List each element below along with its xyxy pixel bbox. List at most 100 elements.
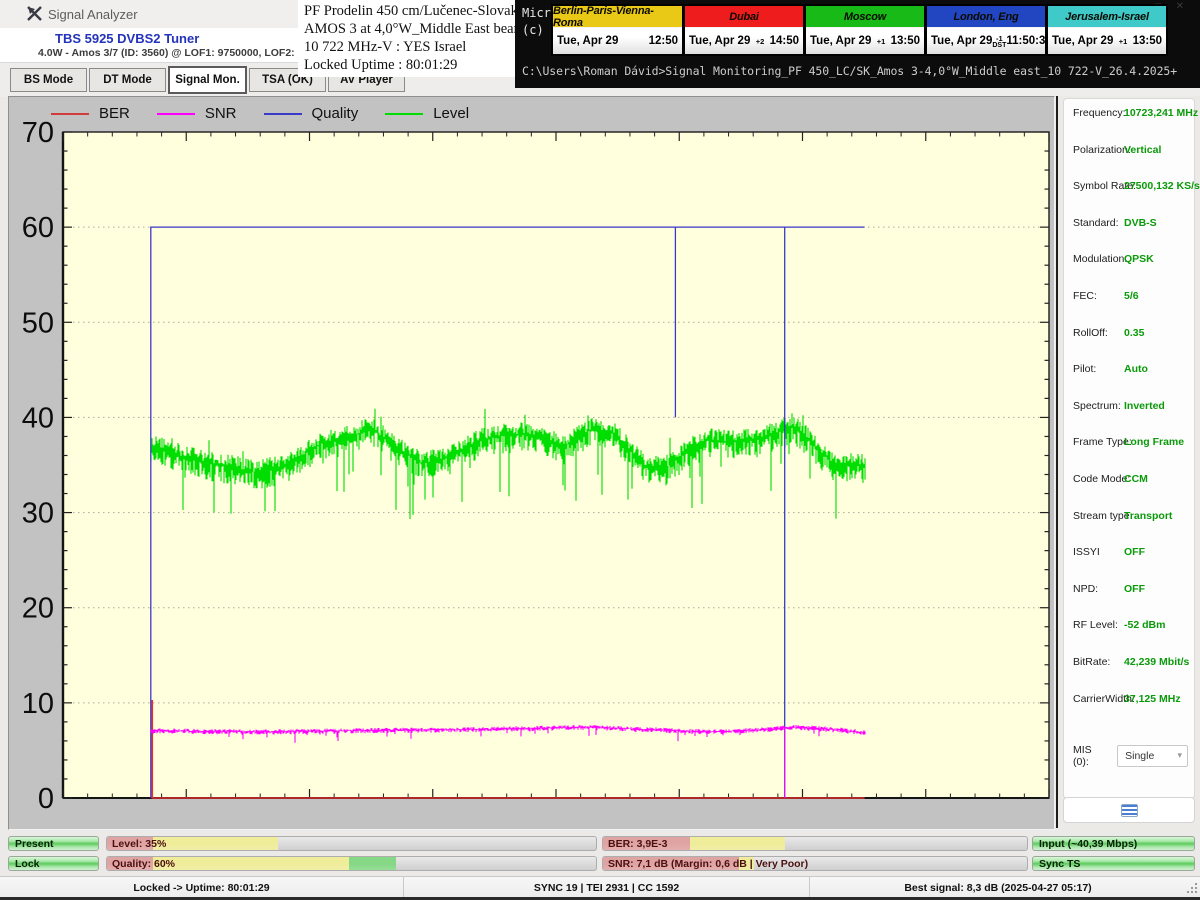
legend-label: Quality xyxy=(312,105,359,122)
clock-date: Tue, Apr 29 xyxy=(689,35,750,47)
param-value: Vertical xyxy=(1124,144,1161,156)
legend-swatch xyxy=(264,113,302,115)
present-indicator: Present xyxy=(8,836,99,851)
meter-segment xyxy=(153,857,349,870)
clock-utc-offset: +1 xyxy=(1119,38,1128,45)
clock-date: Tue, Apr 29 xyxy=(810,35,871,47)
svg-text:70: 70 xyxy=(22,117,54,149)
svg-text:40: 40 xyxy=(22,402,54,434)
param-label: Frequency: xyxy=(1073,107,1126,119)
clock-city-label: Jerusalem-Israel xyxy=(1048,6,1166,28)
list-icon xyxy=(1121,804,1138,817)
param-label: BitRate: xyxy=(1073,656,1110,668)
clock-time: 13:50 xyxy=(1133,35,1162,47)
clock-london: London, Eng Tue, Apr 29 -1DST 11:50:37 xyxy=(927,6,1045,54)
signal-monitor-chart: BERSNRQualityLevel 010203040506070 xyxy=(8,96,1055,830)
clock-dubai: Dubai Tue, Apr 29 +2 14:50 xyxy=(685,6,803,54)
site-note-overlay: PF Prodelin 450 cm/Lučenec-Slovakia AMOS… xyxy=(298,0,521,77)
svg-text:50: 50 xyxy=(22,307,54,339)
status-bar: Locked -> Uptime: 80:01:29 SYNC 19 | TEI… xyxy=(0,876,1200,898)
tab-dt-mode[interactable]: DT Mode xyxy=(89,68,166,92)
parameter-card: Frequency:10723,241 MHz Polarization:Ver… xyxy=(1063,98,1195,799)
note-line: AMOS 3 at 4,0°W_Middle East beam xyxy=(304,20,521,38)
quality-meter: Quality: 60% xyxy=(106,856,597,871)
legend-label: SNR xyxy=(205,105,237,122)
input-rate-indicator: Input (~40,39 Mbps) xyxy=(1032,836,1195,851)
legend-label: Level xyxy=(433,105,469,122)
status-best-signal: Best signal: 8,3 dB (2025-04-27 05:17) xyxy=(810,877,1186,898)
legend-swatch xyxy=(157,113,195,115)
param-value: OFF xyxy=(1124,583,1145,595)
svg-text:0: 0 xyxy=(38,783,54,815)
tab-bs-mode[interactable]: BS Mode xyxy=(10,68,87,92)
svg-text:10: 10 xyxy=(22,688,54,720)
param-label: FEC: xyxy=(1073,290,1097,302)
tuner-name: TBS 5925 DVBS2 Tuner xyxy=(55,31,199,46)
param-label: Polarization: xyxy=(1073,144,1131,156)
status-sync-counts: SYNC 19 | TEI 2931 | CC 1592 xyxy=(404,877,810,898)
snr-meter: SNR: 7,1 dB (Margin: 0,6 dB | Very Poor) xyxy=(602,856,1028,871)
legend-swatch xyxy=(385,113,423,115)
svg-text:60: 60 xyxy=(22,212,54,244)
chart-legend: BER SNR Quality Level xyxy=(51,105,469,122)
legend-item: Level xyxy=(385,105,469,122)
window-title: Signal Analyzer xyxy=(48,7,138,22)
param-value: Transport xyxy=(1124,510,1172,522)
param-value: QPSK xyxy=(1124,253,1154,265)
param-label: Standard: xyxy=(1073,217,1119,229)
param-label: Spectrum: xyxy=(1073,400,1121,412)
clock-berlin: Berlin-Paris-Vienna-Roma Tue, Apr 29 12:… xyxy=(553,6,682,54)
mis-select[interactable]: Single ▾ xyxy=(1117,745,1188,767)
app-icon xyxy=(26,5,43,22)
clock-date: Tue, Apr 29 xyxy=(1052,35,1113,47)
resize-grip[interactable] xyxy=(1185,881,1197,893)
clock-utc-offset: -1 xyxy=(996,35,1003,42)
meter-segment xyxy=(349,857,395,870)
param-value: OFF xyxy=(1124,546,1145,558)
clock-city-label: London, Eng xyxy=(927,6,1045,28)
level-meter: Level: 35% xyxy=(106,836,597,851)
param-label: RF Level: xyxy=(1073,619,1118,631)
param-label: Code Mode: xyxy=(1073,473,1130,485)
param-value: 37,125 MHz xyxy=(1124,693,1181,705)
note-line: PF Prodelin 450 cm/Lučenec-Slovakia xyxy=(304,2,521,20)
meter-segment xyxy=(153,837,278,850)
mis-label: MIS (0): xyxy=(1073,744,1109,768)
world-clocks-window: Berlin-Paris-Vienna-Roma Tue, Apr 29 12:… xyxy=(551,4,1168,56)
param-value: Long Frame xyxy=(1124,436,1184,448)
chart-plot: 010203040506070 xyxy=(9,97,1054,829)
param-value: -52 dBm xyxy=(1124,619,1165,631)
note-line: Locked Uptime : 80:01:29 xyxy=(304,56,521,74)
stream-list-button[interactable] xyxy=(1063,797,1195,823)
legend-item: SNR xyxy=(157,105,237,122)
legend-item: Quality xyxy=(264,105,359,122)
chevron-down-icon: ▾ xyxy=(1177,750,1182,761)
clock-city-label: Dubai xyxy=(685,6,803,28)
clock-moscow: Moscow Tue, Apr 29 +1 13:50 xyxy=(806,6,924,54)
param-value: Auto xyxy=(1124,363,1148,375)
clock-utc-offset: +1 xyxy=(877,38,886,45)
param-label: Frame Type: xyxy=(1073,436,1132,448)
clock-dst-label: DST xyxy=(992,42,1006,49)
parameter-panel: Frequency:10723,241 MHz Polarization:Ver… xyxy=(1058,96,1200,832)
clock-time: 12:50 xyxy=(649,35,678,47)
param-value: Inverted xyxy=(1124,400,1165,412)
clock-date: Tue, Apr 29 xyxy=(557,35,618,47)
tab-signal-mon[interactable]: Signal Mon. xyxy=(168,66,247,94)
param-value: 0.35 xyxy=(1124,327,1144,339)
clock-utc-offset: +2 xyxy=(756,38,765,45)
console-prompt[interactable]: C:\Users\Roman Dávid>Signal Monitoring_P… xyxy=(522,64,1177,78)
param-label: Modulation: xyxy=(1073,253,1127,265)
lock-indicator: Lock xyxy=(8,856,99,871)
param-value: 10723,241 MHz xyxy=(1124,107,1198,119)
note-line: 10 722 MHz-V : YES Israel xyxy=(304,38,521,56)
clock-date: Tue, Apr 29 xyxy=(931,35,992,47)
clock-time: 11:50:37 xyxy=(1006,35,1051,47)
clock-city-label: Berlin-Paris-Vienna-Roma xyxy=(553,6,682,28)
param-label: NPD: xyxy=(1073,583,1098,595)
sync-ts-indicator: Sync TS xyxy=(1032,856,1195,871)
meter-segment xyxy=(690,837,785,850)
legend-label: BER xyxy=(99,105,130,122)
clock-time: 13:50 xyxy=(891,35,920,47)
status-uptime: Locked -> Uptime: 80:01:29 xyxy=(0,877,404,898)
